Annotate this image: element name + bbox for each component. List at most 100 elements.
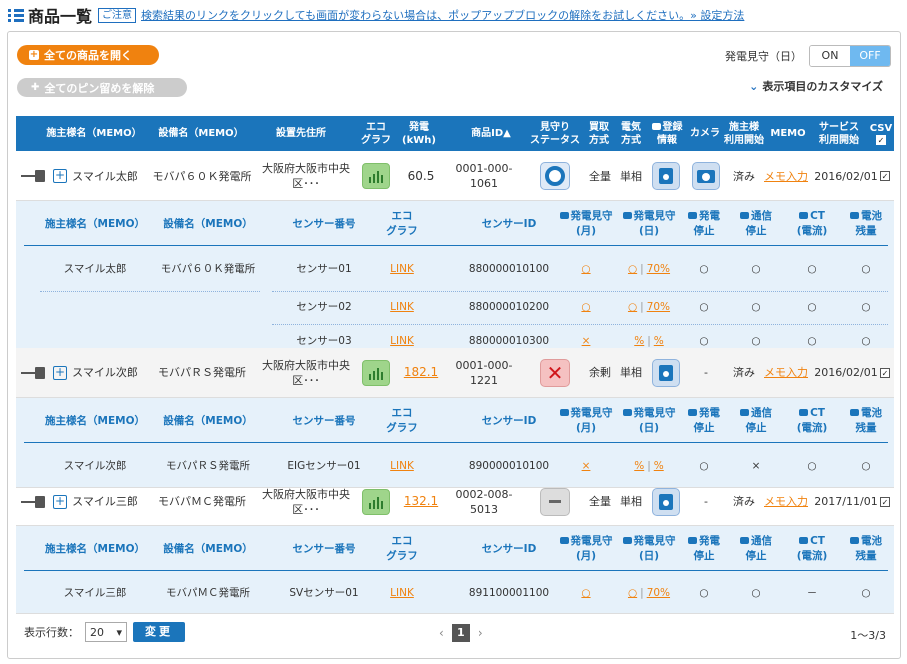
sub-col-ct-l1: CT: [799, 406, 825, 421]
sensor-eco-link[interactable]: LINK: [382, 572, 422, 614]
ct-value: ○: [807, 262, 817, 275]
watch-day-a[interactable]: %: [634, 459, 644, 474]
comm-stop-value: ○: [751, 586, 761, 599]
daily-watch-toggle[interactable]: ON OFF: [809, 45, 891, 67]
sensor-subtable-header: 施主様名（MEMO） 設備名（MEMO） センサー番号 エコ グラフ センサーID 発電見守…: [16, 398, 894, 444]
prev-page-icon[interactable]: ‹: [439, 626, 444, 640]
watch-day-a[interactable]: %: [634, 334, 644, 349]
registration-info-icon[interactable]: [652, 358, 680, 387]
popup-notice-link[interactable]: 検索結果のリンクをクリックしても画面が変わらない場合は、ポップアップブロックの解…: [141, 7, 744, 23]
comment-icon: [688, 212, 697, 219]
sub-col-comm-stop-l2: 停止: [745, 422, 767, 434]
watch-day-a[interactable]: ○: [628, 262, 637, 277]
eco-graph-icon[interactable]: [362, 359, 390, 386]
sub-col-owner-l1-text: 施主様名（MEMO）: [45, 542, 145, 555]
status-none-icon[interactable]: [540, 487, 570, 516]
sub-col-ct-l1: CT: [799, 534, 825, 549]
eco-graph-cell: [359, 478, 393, 525]
sub-col-eco: エコ グラフ: [382, 526, 422, 572]
watch-day-separator: |: [647, 334, 651, 347]
sub-col-sensor-no: センサー番号: [284, 201, 364, 247]
change-rows-button[interactable]: 変更: [133, 622, 185, 642]
sensor-subtable: 施主様名（MEMO） 設備名（MEMO） センサー番号 エコ グラフ センサーID 発電見守…: [16, 398, 894, 488]
csv-checkbox[interactable]: ✓: [880, 496, 890, 507]
sensor-subtable: 施主様名（MEMO） 設備名（MEMO） センサー番号 エコ グラフ センサーID 発電見守…: [16, 526, 894, 614]
product-row: + スマイル三郎 モバパＭＣ発電所 大阪府大阪市中央 区･･･ 132.1 0002-008…: [16, 478, 894, 526]
address-line-2: 区･･･: [292, 502, 320, 516]
watch-day-b[interactable]: %: [654, 334, 664, 349]
pin-icon: ✚: [31, 82, 40, 93]
sub-col-gen-stop-l2: 停止: [693, 422, 715, 434]
current-page[interactable]: 1: [451, 624, 470, 642]
watch-day-b[interactable]: 70%: [647, 262, 670, 277]
registration-info-icon[interactable]: [652, 487, 680, 516]
sub-col-comm-stop-l1-text: 通信: [751, 407, 772, 419]
comment-icon: [622, 409, 632, 416]
watch-month-value[interactable]: ○: [556, 291, 616, 324]
pin-icon[interactable]: [21, 495, 47, 508]
comment-icon: [651, 122, 661, 130]
watch-day-a[interactable]: ○: [628, 300, 637, 315]
sensor-eco-link[interactable]: LINK: [382, 291, 422, 324]
gen-stop-value: ○: [699, 301, 709, 313]
memo-input-link[interactable]: メモ入力: [762, 478, 810, 525]
sub-col-sensor-no-l1-text: センサー番号: [292, 217, 356, 230]
daily-watch-label: 発電見守（日）: [725, 50, 802, 63]
generation-value[interactable]: 182.1: [401, 348, 441, 397]
expand-row-button[interactable]: +: [53, 169, 67, 183]
csv-cell: ✓: [878, 152, 892, 200]
sub-col-sensor-no: センサー番号: [284, 526, 364, 572]
next-page-icon[interactable]: ›: [478, 626, 483, 640]
sub-col-battery-l1-text: 電池: [861, 407, 882, 419]
csv-select-all-checkbox[interactable]: ✓: [876, 135, 886, 145]
status-ok-icon[interactable]: [540, 162, 570, 190]
csv-checkbox[interactable]: ✓: [880, 171, 890, 181]
toggle-on-button[interactable]: ON: [810, 46, 850, 66]
sensor-eco-link[interactable]: LINK: [382, 247, 422, 291]
pin-icon[interactable]: [21, 170, 47, 182]
clear-pins-label: 全てのピン留めを解除: [44, 81, 155, 95]
sub-col-eco-l1-text: エコ: [391, 535, 413, 547]
watch-month-value[interactable]: ○: [556, 572, 616, 614]
sub-col-ct: CT (電流): [786, 201, 838, 247]
sub-col-ct: CT (電流): [786, 526, 838, 572]
comment-icon: [799, 212, 809, 219]
col-memo: MEMO: [770, 128, 806, 139]
csv-checkbox[interactable]: ✓: [880, 367, 890, 378]
sub-col-ct: CT (電流): [786, 398, 838, 444]
watch-day-b[interactable]: 70%: [647, 300, 670, 315]
customize-columns-link[interactable]: ⌄ 表示項目のカスタマイズ: [749, 78, 883, 94]
registration-info-icon[interactable]: [652, 162, 680, 190]
eco-graph-icon[interactable]: [362, 488, 390, 515]
status-error-icon[interactable]: ✕: [540, 358, 570, 387]
col-reg-l1-text: 登録: [662, 121, 683, 133]
subheader-divider: [24, 570, 888, 571]
pin-icon[interactable]: [21, 366, 47, 379]
watch-day-a[interactable]: ○: [628, 586, 637, 601]
memo-input-link[interactable]: メモ入力: [762, 348, 810, 397]
memo-input-link[interactable]: メモ入力: [762, 152, 810, 200]
rows-per-page-select[interactable]: 20 ▾: [85, 622, 127, 642]
watch-day-b[interactable]: %: [654, 459, 664, 474]
sub-col-owner: 施主様名（MEMO）: [40, 201, 150, 247]
open-all-button[interactable]: + 全ての商品を開く: [17, 45, 159, 65]
address-line-2: 区･･･: [292, 177, 320, 190]
watch-day-b[interactable]: 70%: [647, 586, 670, 601]
sub-col-owner: 施主様名（MEMO）: [40, 398, 150, 444]
generation-value[interactable]: 132.1: [401, 478, 441, 525]
sub-col-battery-l1: 電池: [850, 406, 882, 421]
comment-icon: [799, 409, 809, 416]
camera-icon[interactable]: [692, 162, 720, 190]
watch-month-value[interactable]: ○: [556, 247, 616, 291]
sub-col-watch-day: 発電見守 (日): [618, 201, 680, 247]
registration-cell: [650, 348, 682, 397]
sub-col-facility: 設備名（MEMO）: [158, 201, 258, 247]
col-product-id[interactable]: 商品ID▲: [456, 116, 526, 151]
comment-icon: [740, 212, 749, 219]
expand-row-button[interactable]: +: [53, 365, 67, 380]
sensor-owner: スマイル太郎: [63, 262, 127, 275]
clear-pins-button[interactable]: ✚ 全てのピン留めを解除: [17, 78, 187, 97]
expand-row-button[interactable]: +: [53, 494, 67, 509]
eco-graph-icon[interactable]: [362, 163, 390, 189]
toggle-off-button[interactable]: OFF: [850, 46, 890, 66]
